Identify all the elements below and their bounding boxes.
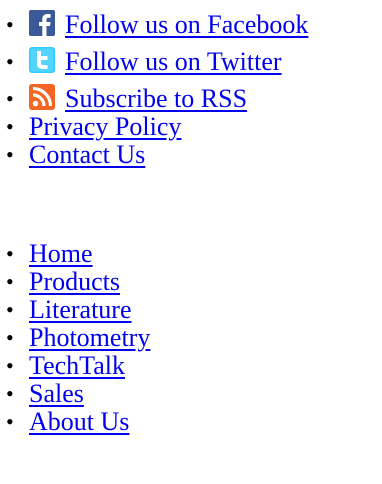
bullet: • (6, 49, 14, 74)
facebook-icon[interactable] (29, 10, 55, 36)
list-item-contact: • Contact Us (6, 141, 308, 169)
list-item-twitter: • Follow us on Twitter (6, 39, 308, 76)
techtalk-link[interactable]: TechTalk (29, 352, 125, 380)
literature-link[interactable]: Literature (29, 296, 132, 324)
list-item-rss: • Subscribe to RSS (6, 76, 308, 113)
facebook-link[interactable]: Follow us on Facebook (65, 11, 308, 39)
photometry-link[interactable]: Photometry (29, 324, 150, 352)
bullet: • (6, 114, 14, 139)
main-nav-list: • Home • Products • Literature • Photome… (6, 240, 150, 436)
home-link[interactable]: Home (29, 240, 93, 268)
nav-item-products: • Products (6, 268, 150, 296)
bullet: • (6, 297, 14, 322)
rss-icon[interactable] (29, 84, 55, 110)
bullet: • (6, 86, 14, 111)
products-link[interactable]: Products (29, 268, 120, 296)
nav-item-literature: • Literature (6, 296, 150, 324)
bullet: • (6, 269, 14, 294)
rss-link[interactable]: Subscribe to RSS (65, 85, 247, 113)
nav-item-photometry: • Photometry (6, 324, 150, 352)
list-item-facebook: • Follow us on Facebook (6, 2, 308, 39)
sales-link[interactable]: Sales (29, 380, 84, 408)
social-links-list: • Follow us on Facebook • Follow us on T… (6, 2, 308, 169)
nav-item-sales: • Sales (6, 380, 150, 408)
nav-item-home: • Home (6, 240, 150, 268)
contact-us-link[interactable]: Contact Us (29, 141, 145, 169)
list-item-privacy: • Privacy Policy (6, 113, 308, 141)
nav-item-about: • About Us (6, 408, 150, 436)
nav-item-techtalk: • TechTalk (6, 352, 150, 380)
privacy-policy-link[interactable]: Privacy Policy (29, 113, 181, 141)
twitter-link[interactable]: Follow us on Twitter (65, 48, 282, 76)
about-us-link[interactable]: About Us (29, 408, 129, 436)
bullet: • (6, 12, 14, 37)
bullet: • (6, 325, 14, 350)
bullet: • (6, 409, 14, 434)
bullet: • (6, 381, 14, 406)
twitter-icon[interactable] (29, 47, 55, 73)
bullet: • (6, 241, 14, 266)
bullet: • (6, 142, 14, 167)
bullet: • (6, 353, 14, 378)
